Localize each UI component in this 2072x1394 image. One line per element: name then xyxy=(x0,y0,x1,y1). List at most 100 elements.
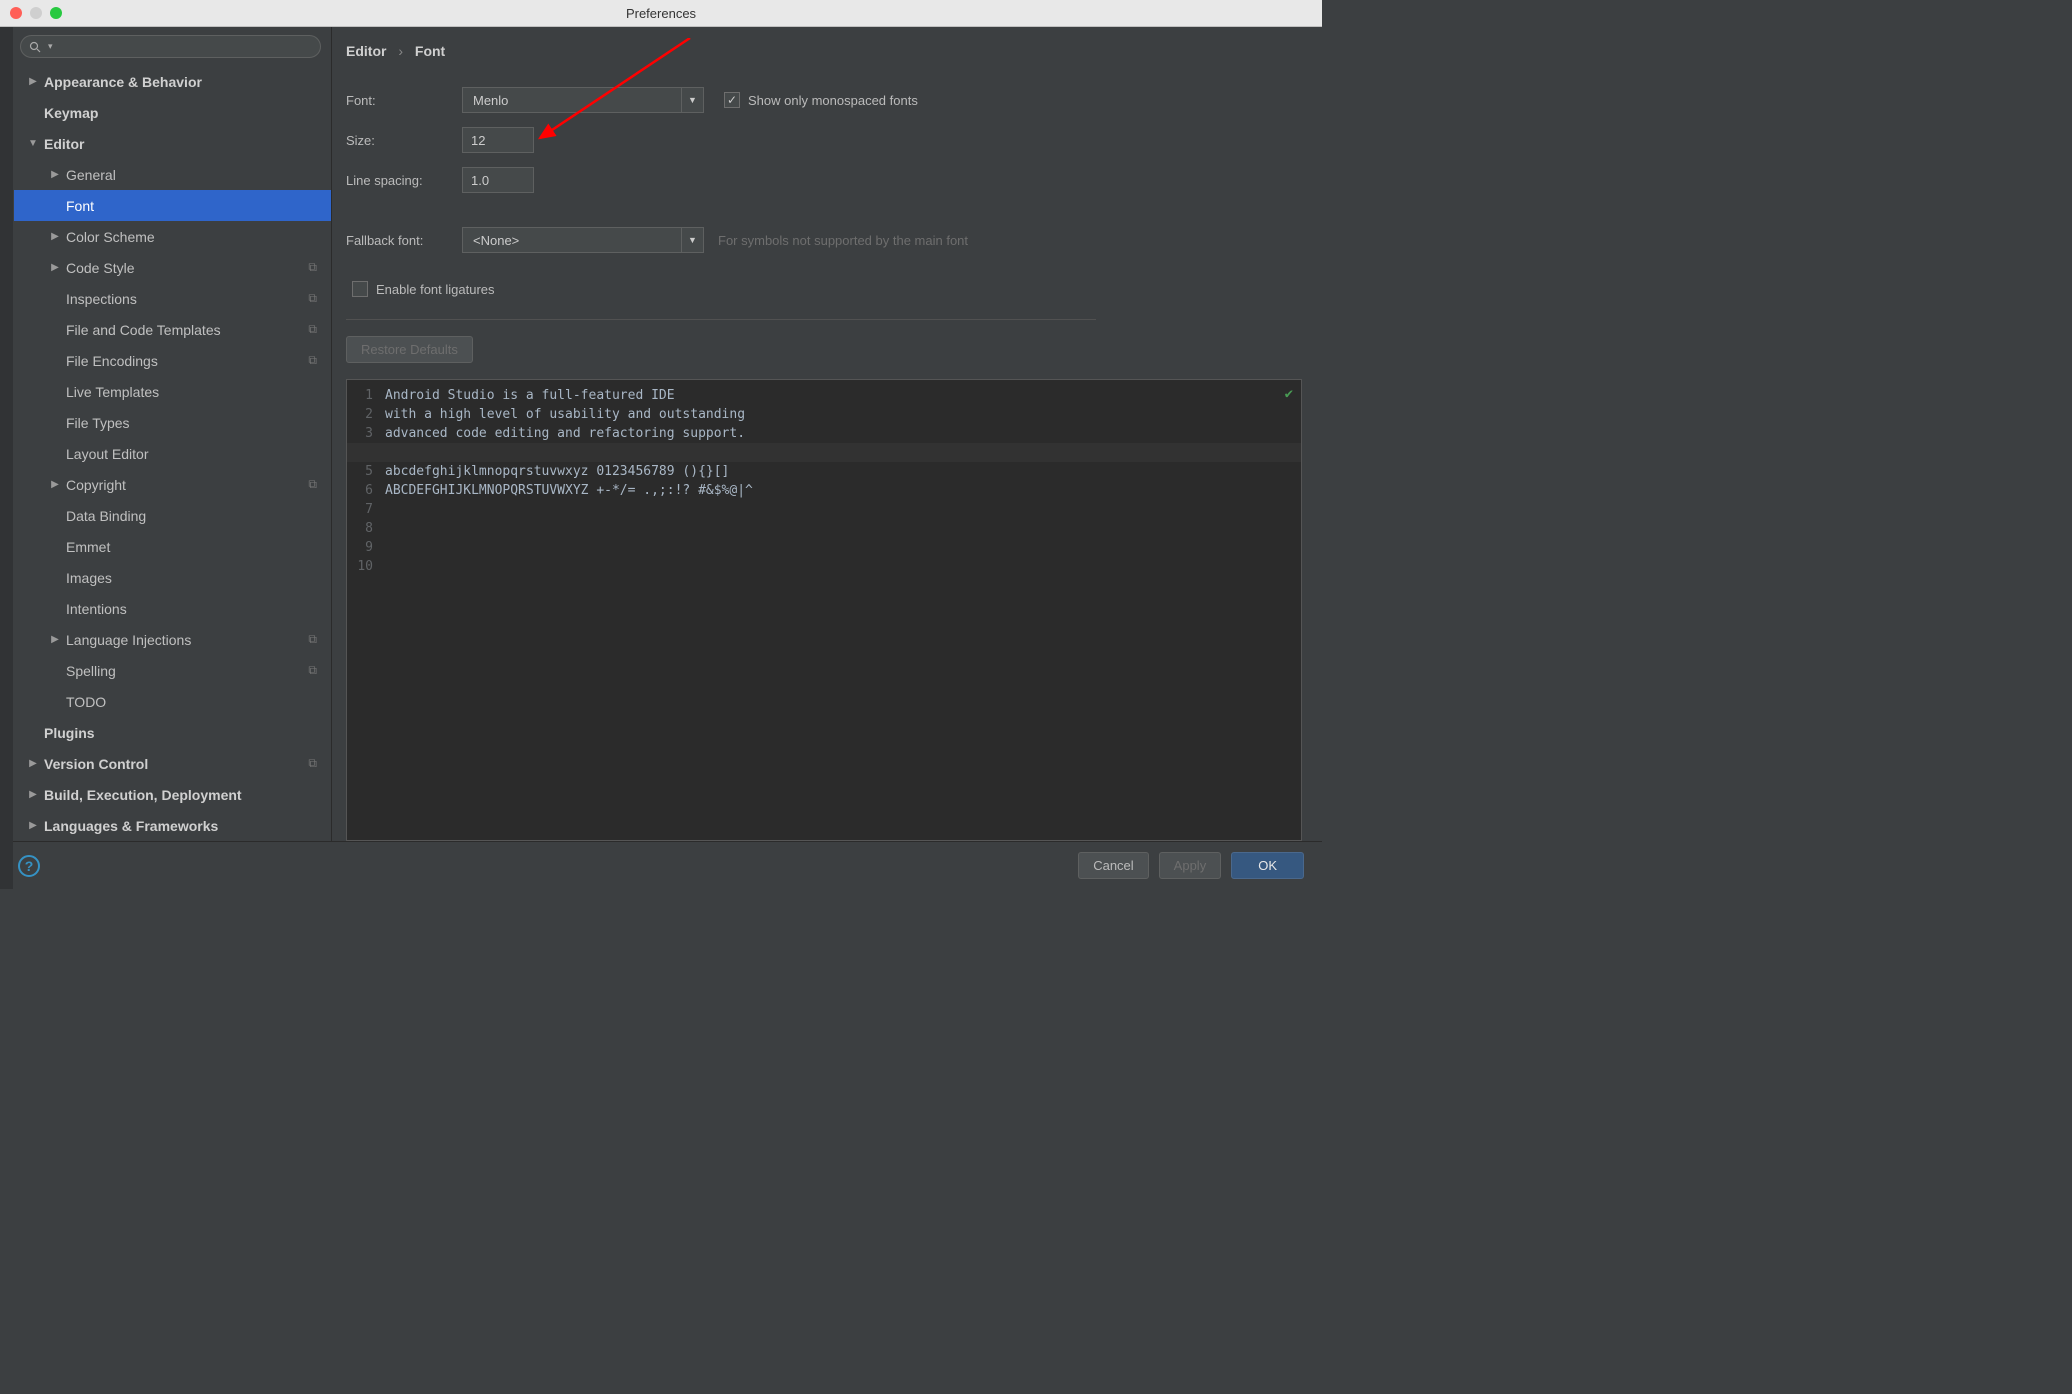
zoom-window-icon[interactable] xyxy=(50,7,62,19)
checkbox-icon xyxy=(352,281,368,297)
sidebar-item-languages-frameworks[interactable]: ▶ Languages & Frameworks xyxy=(14,810,331,841)
sidebar-item-label: Spelling xyxy=(66,663,116,679)
window-controls xyxy=(10,7,62,19)
sidebar-item-label: TODO xyxy=(66,694,106,710)
chevron-right-icon: ▶ xyxy=(48,479,62,490)
sidebar-item-build-execution-deployment[interactable]: ▶Build, Execution, Deployment xyxy=(14,779,331,810)
background-leftbar xyxy=(0,27,13,889)
sidebar-item-label: Intentions xyxy=(66,601,127,617)
project-scheme-icon: ⧉ xyxy=(308,322,317,337)
sidebar-item-copyright[interactable]: ▶Copyright⧉ xyxy=(14,469,331,500)
sidebar-item-label: Layout Editor xyxy=(66,446,149,462)
sidebar-item-editor[interactable]: ▼ Editor xyxy=(14,128,331,159)
sidebar-item-live-templates[interactable]: ▶Live Templates xyxy=(14,376,331,407)
dialog-footer: ? Cancel Apply OK xyxy=(0,841,1322,889)
breadcrumb: Editor › Font xyxy=(346,43,1302,59)
sidebar-item-label: General xyxy=(66,167,116,183)
search-input[interactable]: ▾ xyxy=(20,35,321,58)
project-scheme-icon: ⧉ xyxy=(308,632,317,647)
window-title: Preferences xyxy=(626,6,696,21)
fallback-font-combobox[interactable]: <None> ▼ xyxy=(462,227,704,253)
settings-panel: Editor › Font Font: Menlo ▼ Show only mo… xyxy=(332,27,1322,841)
chevron-right-icon: ▶ xyxy=(26,758,40,769)
sidebar-item-keymap[interactable]: ▶Keymap xyxy=(14,97,331,128)
size-input[interactable] xyxy=(462,127,534,153)
dropdown-icon: ▼ xyxy=(681,228,703,252)
sidebar-item-label: Font xyxy=(66,198,94,214)
font-preview-editor[interactable]: 12345678910 Android Studio is a full-fea… xyxy=(346,379,1302,841)
sidebar-item-font[interactable]: ▶Font xyxy=(14,190,331,221)
fallback-value: <None> xyxy=(463,233,681,248)
sidebar-item-spelling[interactable]: ▶Spelling⧉ xyxy=(14,655,331,686)
sidebar-item-code-style[interactable]: ▶Code Style⧉ xyxy=(14,252,331,283)
sidebar-item-file-types[interactable]: ▶File Types xyxy=(14,407,331,438)
sidebar-item-language-injections[interactable]: ▶ Language Injections ⧉ xyxy=(14,624,331,655)
breadcrumb-root[interactable]: Editor xyxy=(346,43,386,59)
close-window-icon[interactable] xyxy=(10,7,22,19)
search-icon xyxy=(29,41,41,53)
project-scheme-icon: ⧉ xyxy=(308,663,317,678)
sidebar-item-label: Emmet xyxy=(66,539,110,555)
search-history-icon[interactable]: ▾ xyxy=(48,41,53,52)
sidebar-item-emmet[interactable]: ▶Emmet xyxy=(14,531,331,562)
chevron-right-icon: ▶ xyxy=(48,231,62,242)
sidebar-item-label: Copyright xyxy=(66,477,126,493)
sidebar-item-label: File and Code Templates xyxy=(66,322,221,338)
sidebar-item-inspections[interactable]: ▶Inspections⧉ xyxy=(14,283,331,314)
current-line-highlight xyxy=(347,443,1301,462)
sidebar-item-label: Version Control xyxy=(44,756,148,772)
line-spacing-input[interactable] xyxy=(462,167,534,193)
divider xyxy=(346,319,1096,320)
sidebar-item-label: Languages & Frameworks xyxy=(44,818,218,834)
restore-defaults-button[interactable]: Restore Defaults xyxy=(346,336,473,363)
sidebar-item-plugins[interactable]: ▶Plugins xyxy=(14,717,331,748)
breadcrumb-leaf: Font xyxy=(415,43,445,59)
sidebar-item-label: File Types xyxy=(66,415,130,431)
chevron-right-icon: ▶ xyxy=(26,789,40,800)
chevron-down-icon: ▼ xyxy=(26,138,40,149)
apply-button[interactable]: Apply xyxy=(1159,852,1222,879)
font-label: Font: xyxy=(346,93,462,108)
sidebar-item-file-encodings[interactable]: ▶File Encodings⧉ xyxy=(14,345,331,376)
sidebar-item-version-control[interactable]: ▶ Version Control ⧉ xyxy=(14,748,331,779)
sidebar-item-intentions[interactable]: ▶Intentions xyxy=(14,593,331,624)
sidebar-item-label: Keymap xyxy=(44,105,98,121)
sidebar-item-file-and-code-templates[interactable]: ▶File and Code Templates⧉ xyxy=(14,314,331,345)
font-value: Menlo xyxy=(463,93,681,108)
cancel-button[interactable]: Cancel xyxy=(1078,852,1148,879)
inspection-hector-icon[interactable]: ✔ xyxy=(1285,386,1293,402)
sidebar-item-label: Inspections xyxy=(66,291,137,307)
font-combobox[interactable]: Menlo ▼ xyxy=(462,87,704,113)
sidebar-item-label: Code Style xyxy=(66,260,134,276)
fallback-label: Fallback font: xyxy=(346,233,462,248)
size-label: Size: xyxy=(346,133,462,148)
sidebar-item-layout-editor[interactable]: ▶Layout Editor xyxy=(14,438,331,469)
sidebar-item-data-binding[interactable]: ▶Data Binding xyxy=(14,500,331,531)
sidebar-item-appearance-behavior[interactable]: ▶Appearance & Behavior xyxy=(14,66,331,97)
sidebar-item-label: Images xyxy=(66,570,112,586)
sidebar-item-color-scheme[interactable]: ▶Color Scheme xyxy=(14,221,331,252)
checkbox-icon xyxy=(724,92,740,108)
project-scheme-icon: ⧉ xyxy=(308,291,317,306)
sidebar-item-label: Language Injections xyxy=(66,632,191,648)
sidebar-item-general[interactable]: ▶General xyxy=(14,159,331,190)
fallback-hint: For symbols not supported by the main fo… xyxy=(718,233,968,248)
sidebar-item-todo[interactable]: ▶TODO xyxy=(14,686,331,717)
chevron-right-icon: ▶ xyxy=(26,820,40,831)
ligatures-checkbox-row[interactable]: Enable font ligatures xyxy=(352,281,1302,297)
sidebar-item-label: Appearance & Behavior xyxy=(44,74,202,90)
monospaced-label: Show only monospaced fonts xyxy=(748,93,918,108)
minimize-window-icon xyxy=(30,7,42,19)
ok-button[interactable]: OK xyxy=(1231,852,1304,879)
sidebar: ▾ ▶Appearance & Behavior▶Keymap▼Editor▶G… xyxy=(0,27,332,841)
sidebar-item-label: Plugins xyxy=(44,725,95,741)
ligatures-label: Enable font ligatures xyxy=(376,282,495,297)
chevron-right-icon: ▶ xyxy=(48,634,62,645)
project-scheme-icon: ⧉ xyxy=(308,260,317,275)
sidebar-item-label: File Encodings xyxy=(66,353,158,369)
sidebar-item-label: Editor xyxy=(44,136,84,152)
project-scheme-icon: ⧉ xyxy=(308,756,317,771)
help-button[interactable]: ? xyxy=(18,855,40,877)
sidebar-item-images[interactable]: ▶Images xyxy=(14,562,331,593)
monospaced-checkbox-row[interactable]: Show only monospaced fonts xyxy=(724,92,918,108)
